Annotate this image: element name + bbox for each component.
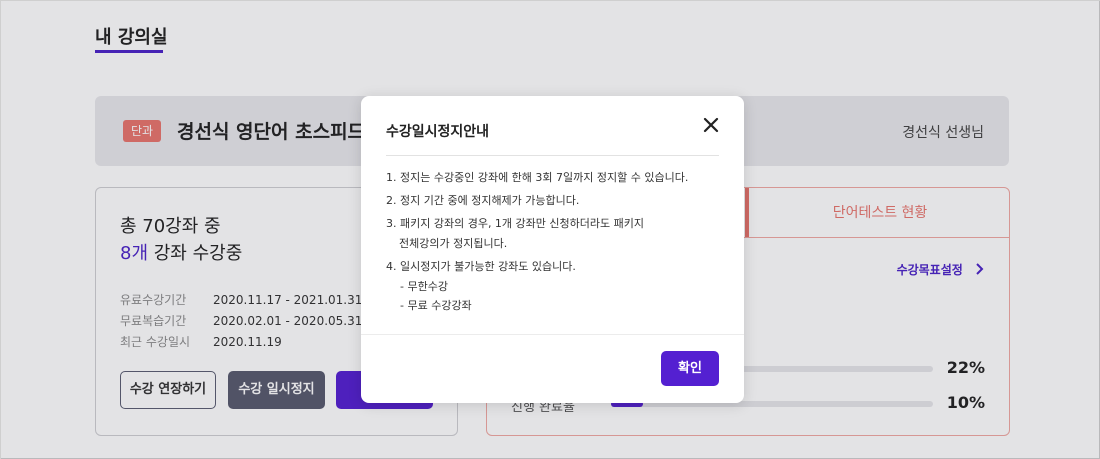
pause-notice-modal: 수강일시정지안내 1. 정지는 수강중인 강좌에 한해 3회 7일까지 정지할 … xyxy=(361,96,744,403)
notice-subitem: - 무료 수강강좌 xyxy=(400,299,472,312)
close-icon xyxy=(703,117,719,133)
notice-line: 1. 정지는 수강중인 강좌에 한해 3회 7일까지 정지할 수 있습니다. xyxy=(386,171,689,184)
modal-title: 수강일시정지안내 xyxy=(386,124,490,140)
notice-line: 3. 패키지 강좌의 경우, 1개 강좌만 신청하더라도 패키지 xyxy=(386,217,644,230)
modal-divider xyxy=(386,155,719,156)
confirm-button[interactable]: 확인 xyxy=(661,351,719,386)
notice-subitem: - 무한수강 xyxy=(400,280,448,293)
page: 내 강의실 단과 경선식 영단어 초스피드 경선식 선생님 총 70강좌 중 8… xyxy=(0,0,1100,459)
modal-footer-divider xyxy=(361,334,744,335)
notice-line: 4. 일시정지가 불가능한 강좌도 있습니다. xyxy=(386,260,576,273)
notice-line: 전체강의가 정지됩니다. xyxy=(399,237,508,250)
close-button[interactable] xyxy=(700,114,722,136)
notice-line: 2. 정지 기간 중에 정지해제가 가능합니다. xyxy=(386,194,580,207)
